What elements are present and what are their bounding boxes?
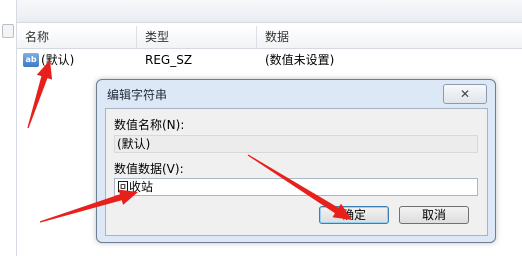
column-header-data[interactable]: 数据 <box>257 26 457 48</box>
close-icon: ✕ <box>459 87 471 101</box>
arrow-to-default-value <box>27 60 53 129</box>
value-name-field: (默认) <box>114 135 478 153</box>
value-name: (默认) <box>41 53 75 67</box>
value-data-input[interactable]: 回收站 <box>114 178 478 196</box>
column-header-name[interactable]: 名称 <box>17 26 137 48</box>
edit-string-dialog: 编辑字符串 ✕ 数值名称(N): (默认) 数值数据(V): 回收站 确定 取消 <box>96 79 496 243</box>
column-header-type[interactable]: 类型 <box>137 26 257 48</box>
key-tree-pane[interactable] <box>0 0 17 256</box>
window-top-strip <box>0 0 522 23</box>
value-type: REG_SZ <box>145 53 193 67</box>
string-value-icon: ab <box>23 53 39 67</box>
close-button[interactable]: ✕ <box>443 84 487 104</box>
dialog-body: 数值名称(N): (默认) 数值数据(V): 回收站 确定 取消 <box>105 108 488 236</box>
dialog-title: 编辑字符串 <box>107 88 168 102</box>
value-name-label: 数值名称(N): <box>114 118 185 132</box>
cancel-button[interactable]: 取消 <box>399 206 469 224</box>
tree-scrollbar[interactable] <box>2 24 14 38</box>
value-data: (数值未设置) <box>265 53 335 67</box>
value-row-default[interactable]: ab (默认) REG_SZ (数值未设置) <box>17 50 522 70</box>
ok-button[interactable]: 确定 <box>319 206 389 224</box>
value-data-label: 数值数据(V): <box>114 162 184 176</box>
value-list-header: 名称 类型 数据 <box>17 26 522 49</box>
